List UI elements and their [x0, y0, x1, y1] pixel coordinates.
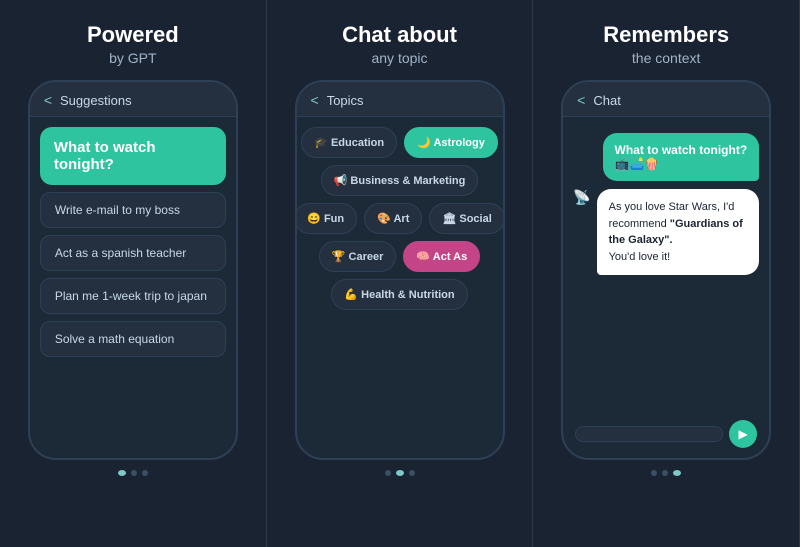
topic-art[interactable]: 🎨 Art — [364, 203, 422, 234]
chat-content: What to watch tonight?📺🛋️🍿 📡 As you love… — [563, 117, 769, 458]
topics-row-3: 😄 Fun 🎨 Art 🏛 Social — [307, 203, 493, 234]
topics-grid: 🎓 Education 🌙 Astrology 📢 Business & Mar… — [307, 127, 493, 448]
chat-area: What to watch tonight?📺🛋️🍿 📡 As you love… — [573, 127, 759, 413]
dot-indicators-1 — [118, 470, 148, 476]
phone-header-3: < Chat — [563, 82, 769, 117]
topic-social[interactable]: 🏛 Social — [429, 203, 502, 234]
header-title-2: Topics — [327, 93, 364, 108]
dot-2-1 — [385, 470, 391, 476]
topics-row-1: 🎓 Education 🌙 Astrology — [307, 127, 493, 158]
highlight-card[interactable]: What to watch tonight? — [40, 127, 226, 185]
dot-3-3 — [673, 470, 681, 476]
back-button-3[interactable]: < — [577, 92, 585, 108]
chat-input[interactable] — [575, 426, 723, 442]
panel-chat: Chat about any topic < Topics 🎓 Educatio… — [267, 0, 534, 547]
topic-career[interactable]: 🏆 Career — [319, 241, 397, 272]
phone-frame-2: < Topics 🎓 Education 🌙 Astrology 📢 Busin… — [295, 80, 505, 460]
dot-1-3 — [142, 470, 148, 476]
panel-remembers: Remembers the context < Chat What to wat… — [533, 0, 800, 547]
topic-actas[interactable]: 🧠 Act As — [403, 241, 480, 272]
topics-row-2: 📢 Business & Marketing — [307, 165, 493, 196]
topic-astrology[interactable]: 🌙 Astrology — [404, 127, 498, 158]
suggestion-1[interactable]: Write e-mail to my boss — [40, 192, 226, 228]
panel-powered: Powered by GPT < Suggestions What to wat… — [0, 0, 267, 547]
dot-indicators-2 — [385, 470, 415, 476]
dot-2-2 — [396, 470, 404, 476]
dot-2-3 — [409, 470, 415, 476]
back-button-1[interactable]: < — [44, 92, 52, 108]
topics-row-4: 🏆 Career 🧠 Act As — [307, 241, 493, 272]
panel-3-subtitle: the context — [632, 50, 701, 66]
suggestion-4[interactable]: Solve a math equation — [40, 321, 226, 357]
suggestion-2[interactable]: Act as a spanish teacher — [40, 235, 226, 271]
phone-frame-3: < Chat What to watch tonight?📺🛋️🍿 📡 As y… — [561, 80, 771, 460]
phone-header-1: < Suggestions — [30, 82, 236, 117]
send-button[interactable]: ▶ — [729, 420, 757, 448]
topic-education[interactable]: 🎓 Education — [301, 127, 397, 158]
dot-1-2 — [131, 470, 137, 476]
assistant-icon: 📡 — [573, 189, 590, 206]
dot-3-2 — [662, 470, 668, 476]
assistant-bubble: As you love Star Wars, I'd recommend "Gu… — [597, 189, 760, 275]
dot-3-1 — [651, 470, 657, 476]
topics-row-5: 💪 Health & Nutrition — [307, 279, 493, 310]
topic-business[interactable]: 📢 Business & Marketing — [321, 165, 479, 196]
panel-1-subtitle: by GPT — [109, 50, 156, 66]
panel-1-title: Powered — [87, 22, 179, 48]
dot-1-1 — [118, 470, 126, 476]
header-title-3: Chat — [593, 93, 620, 108]
user-bubble: What to watch tonight?📺🛋️🍿 — [603, 133, 760, 181]
dot-indicators-3 — [651, 470, 681, 476]
panel-2-subtitle: any topic — [371, 50, 427, 66]
back-button-2[interactable]: < — [311, 92, 319, 108]
header-title-1: Suggestions — [60, 93, 132, 108]
suggestions-content: What to watch tonight? Write e-mail to m… — [30, 117, 236, 458]
topic-health[interactable]: 💪 Health & Nutrition — [331, 279, 467, 310]
phone-header-2: < Topics — [297, 82, 503, 117]
panel-3-title: Remembers — [603, 22, 729, 48]
topics-content: 🎓 Education 🌙 Astrology 📢 Business & Mar… — [297, 117, 503, 458]
topic-fun[interactable]: 😄 Fun — [297, 203, 358, 234]
chat-input-row: ▶ — [573, 420, 759, 448]
suggestion-3[interactable]: Plan me 1-week trip to japan — [40, 278, 226, 314]
phone-frame-1: < Suggestions What to watch tonight? Wri… — [28, 80, 238, 460]
panel-2-title: Chat about — [342, 22, 457, 48]
